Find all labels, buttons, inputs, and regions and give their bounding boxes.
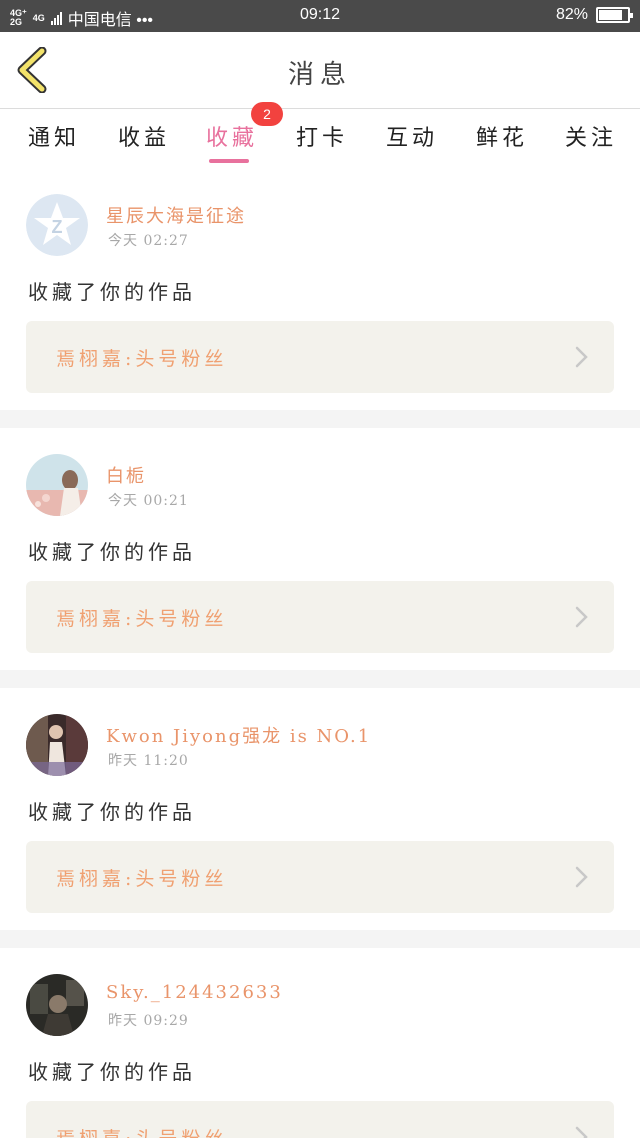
work-title: 焉栩嘉:头号粉丝 bbox=[56, 868, 228, 890]
tab-flowers[interactable]: 鲜花 bbox=[476, 120, 528, 152]
username-link[interactable]: 白栀 bbox=[106, 462, 146, 488]
list-item: Kwon Jiyong强龙 is NO.1 昨天 11:20 收藏了你的作品 焉… bbox=[0, 688, 640, 930]
avatar[interactable] bbox=[26, 454, 88, 516]
avatar[interactable] bbox=[26, 974, 88, 1036]
list-item: 白栀 今天 00:21 收藏了你的作品 焉栩嘉:头号粉丝 bbox=[0, 428, 640, 670]
username-link[interactable]: Sky._124432633 bbox=[106, 982, 283, 1003]
work-link[interactable]: 焉栩嘉:头号粉丝 bbox=[26, 321, 614, 393]
timestamp: 昨天 11:20 bbox=[108, 753, 189, 769]
tab-bar: 通知 收益 收藏 打卡 互动 鲜花 关注 bbox=[0, 110, 640, 163]
timestamp: 昨天 09:29 bbox=[108, 1013, 189, 1029]
action-text: 收藏了你的作品 bbox=[28, 800, 196, 824]
action-text: 收藏了你的作品 bbox=[28, 540, 196, 564]
tab-notifications[interactable]: 通知 bbox=[28, 120, 80, 152]
qq-avatar-icon: Z bbox=[26, 194, 88, 256]
page-title: 消息 bbox=[287, 60, 352, 90]
work-title: 焉栩嘉:头号粉丝 bbox=[56, 608, 228, 630]
work-title: 焉栩嘉:头号粉丝 bbox=[56, 1124, 227, 1138]
status-time: 09:12 bbox=[299, 6, 341, 23]
divider bbox=[0, 410, 640, 428]
avatar[interactable]: Z bbox=[26, 194, 88, 256]
chevron-right-icon bbox=[575, 1126, 588, 1138]
timestamp: 今天 00:21 bbox=[108, 493, 189, 509]
list-item: Z 星辰大海是征途 今天 02:27 收藏了你的作品 焉栩嘉:头号粉丝 bbox=[0, 168, 640, 410]
user-photo-icon bbox=[26, 454, 88, 516]
tab-favorites-label: 收藏 bbox=[206, 126, 259, 151]
tab-following[interactable]: 关注 bbox=[565, 120, 617, 152]
username-link[interactable]: Kwon Jiyong强龙 is NO.1 bbox=[106, 722, 371, 748]
active-tab-indicator bbox=[209, 159, 249, 163]
divider bbox=[0, 930, 640, 948]
battery-icon bbox=[596, 7, 633, 23]
work-link[interactable]: 焉栩嘉:头号粉丝 bbox=[26, 841, 614, 913]
tab-interactions[interactable]: 互动 bbox=[386, 120, 438, 152]
divider bbox=[0, 670, 640, 688]
user-photo-icon bbox=[26, 974, 88, 1036]
action-text: 收藏了你的作品 bbox=[28, 1060, 196, 1084]
tab-favorites[interactable]: 收藏 bbox=[206, 120, 259, 163]
tab-earnings[interactable]: 收益 bbox=[118, 120, 170, 152]
chevron-right-icon bbox=[575, 346, 588, 368]
work-link[interactable]: 焉栩嘉:头号粉丝 bbox=[26, 581, 614, 653]
user-photo-icon bbox=[26, 714, 88, 776]
work-link[interactable]: 焉栩嘉:头号粉丝 bbox=[26, 1101, 614, 1138]
svg-text:Z: Z bbox=[52, 217, 63, 237]
nav-bar: 消息 bbox=[0, 32, 640, 109]
chevron-right-icon bbox=[575, 866, 588, 888]
chevron-right-icon bbox=[575, 606, 588, 628]
username-link[interactable]: 星辰大海是征途 bbox=[106, 202, 246, 228]
battery-percent: 82% bbox=[555, 6, 588, 23]
unread-badge: 2 bbox=[251, 102, 283, 126]
timestamp: 今天 02:27 bbox=[108, 233, 189, 249]
avatar[interactable] bbox=[26, 714, 88, 776]
list-item: Sky._124432633 昨天 09:29 收藏了你的作品 焉栩嘉:头号粉丝 bbox=[0, 948, 640, 1138]
status-bar: 4G⁺ 2G 4G 中国电信 ••• 09:12 82% bbox=[0, 0, 640, 32]
work-title: 焉栩嘉:头号粉丝 bbox=[56, 348, 228, 370]
tab-checkin[interactable]: 打卡 bbox=[296, 120, 348, 152]
action-text: 收藏了你的作品 bbox=[28, 280, 196, 304]
